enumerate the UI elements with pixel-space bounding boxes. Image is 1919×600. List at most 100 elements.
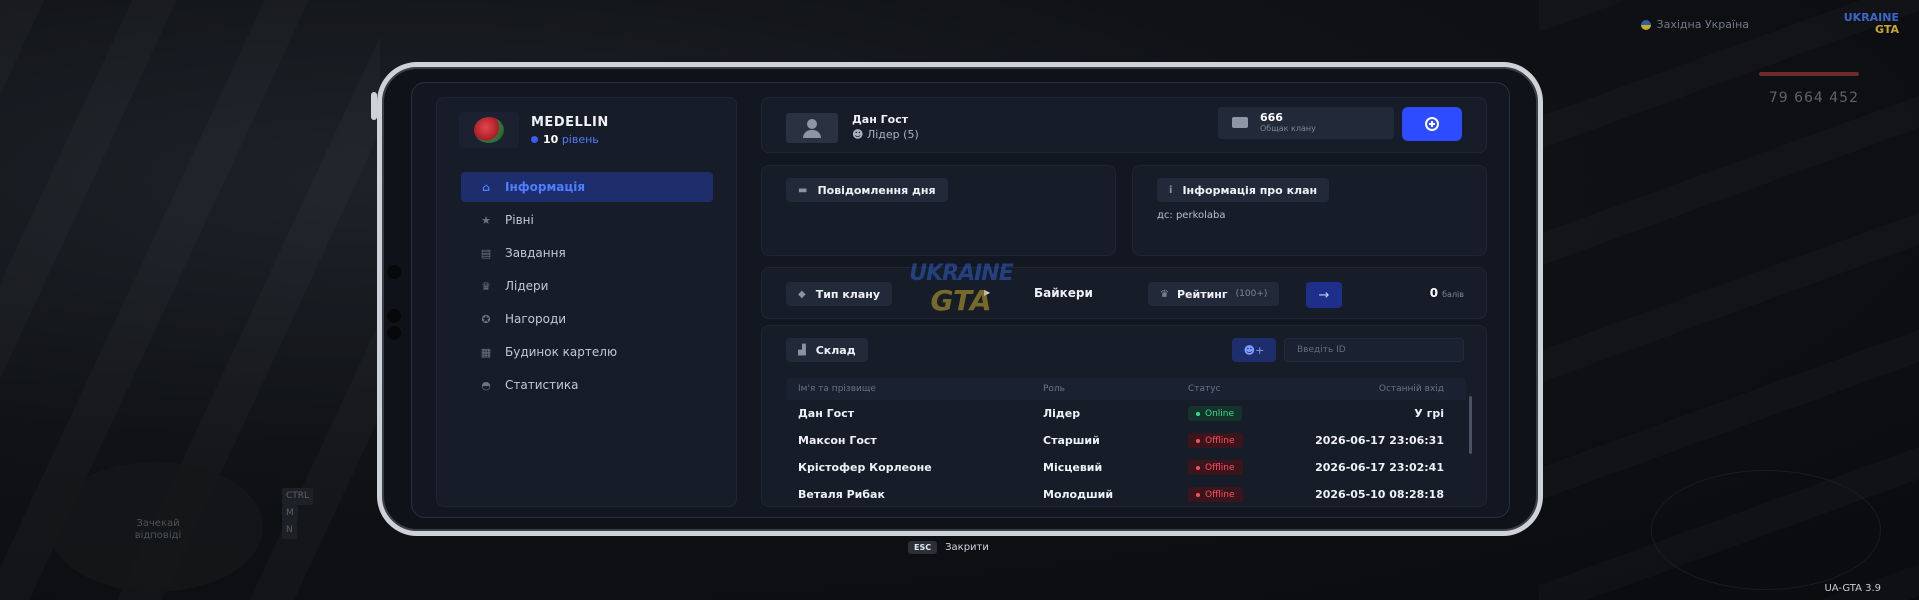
- rating-score: 0 балів: [1430, 286, 1464, 300]
- clan-type-title-text: Тип клану: [815, 287, 881, 301]
- bank-amount: 666: [1260, 111, 1283, 124]
- member-last-login: 2026-06-17 23:02:41: [1315, 461, 1444, 474]
- motd-title: ▬ Повідомлення дня: [786, 178, 948, 202]
- members-table: Ім'я та прізвище Роль Статус Останній вх…: [786, 378, 1466, 508]
- sidebar-item-levels[interactable]: ★ Рівні: [461, 205, 713, 235]
- crown-icon: ♛: [1160, 288, 1169, 300]
- table-scrollbar[interactable]: [1469, 396, 1472, 454]
- member-status: Online: [1188, 406, 1308, 422]
- score-label: балів: [1442, 290, 1464, 299]
- status-text: Offline: [1205, 462, 1235, 473]
- sidebar-item-statistics[interactable]: ◓ Статистика: [461, 370, 713, 400]
- plus-circle-icon: [1425, 117, 1439, 131]
- warehouse-icon: ▟: [798, 344, 806, 356]
- crown-icon: ♛: [481, 279, 491, 293]
- status-text: Offline: [1205, 435, 1235, 446]
- arrow-right-icon: ▶: [984, 288, 991, 297]
- member-status: Offline: [1188, 487, 1308, 503]
- star-icon: ★: [481, 213, 491, 227]
- sidebar-item-label: Будинок картелю: [505, 345, 618, 359]
- add-member-button[interactable]: ☻+: [1232, 338, 1276, 362]
- col-role: Роль: [1043, 384, 1065, 394]
- user-plus-icon: ☻+: [1243, 343, 1265, 357]
- level-dot-icon: [531, 135, 538, 143]
- table-row[interactable]: Дан Гост Лідер Online У грі: [786, 400, 1466, 427]
- motd-title-text: Повідомлення дня: [817, 183, 936, 197]
- sidebar-item-info[interactable]: ⌂ Інформація: [461, 172, 713, 202]
- camera-icon: [387, 309, 401, 323]
- key-label: CTRL: [282, 488, 314, 505]
- sidebar-item-cartel-house[interactable]: ▦ Будинок картелю: [461, 337, 713, 367]
- sidebar-item-label: Нагороди: [505, 312, 567, 326]
- clan-logo: [459, 112, 519, 148]
- logo-line2: GTA: [1875, 23, 1899, 36]
- member-last-login: У грі: [1414, 407, 1444, 420]
- camera-icon: [387, 265, 401, 279]
- member-id-input[interactable]: [1284, 338, 1464, 362]
- status-text: Online: [1205, 408, 1235, 419]
- leader-role: ☻ Лідер (5): [852, 128, 919, 141]
- clan-info-title-text: Інформація про клан: [1182, 183, 1318, 197]
- clan-name: MEDELLIN: [531, 114, 609, 130]
- sidebar-item-awards[interactable]: ✪ Нагороди: [461, 304, 713, 334]
- sidebar-item-leaders[interactable]: ♛ Лідери: [461, 271, 713, 301]
- table-row[interactable]: Крістофер Корлеоне Місцевий Offline 2026…: [786, 454, 1466, 481]
- clan-type-card: ◆ Тип клану ▶ Байкери ♛ Рейтинг (100+) → 0б…: [761, 267, 1487, 319]
- sidebar-item-label: Інформація: [505, 180, 586, 194]
- level-label: рівень: [561, 132, 599, 146]
- member-role: Лідер: [1043, 407, 1081, 420]
- status-badge: Offline: [1188, 487, 1243, 503]
- level-number: 10: [543, 132, 559, 146]
- col-last-login: Останній вхід: [1378, 384, 1444, 394]
- leader-card: Дан Гост ☻ Лідер (5) 666 Общак клану: [761, 97, 1487, 153]
- avatar: [786, 113, 838, 143]
- minimap-text: Зачекай відповіді: [134, 518, 182, 541]
- status-badge: Offline: [1188, 433, 1243, 449]
- member-name: Веталя Рибак: [798, 488, 885, 501]
- member-status: Offline: [1188, 433, 1308, 449]
- house-icon: ▦: [480, 345, 492, 359]
- esc-key: ESC: [908, 541, 938, 554]
- stats-icon: ◓: [481, 378, 491, 392]
- bank-label: Общак клану: [1260, 124, 1316, 133]
- leader-role-text: Лідер (5): [866, 128, 919, 141]
- motd-card: ▬ Повідомлення дня: [761, 165, 1116, 256]
- hud-keybinds: CTRL M N: [282, 488, 319, 539]
- sidebar-item-tasks[interactable]: ▤ Завдання: [461, 238, 713, 268]
- status-text: Offline: [1205, 489, 1235, 500]
- clan-info-card: i Інформація про клан дс: perkolaba: [1132, 165, 1487, 256]
- clan-header: MEDELLIN 10 рівень: [459, 112, 609, 148]
- server-name: Західна Україна: [1656, 18, 1749, 31]
- rating-open-button[interactable]: →: [1306, 282, 1342, 308]
- table-row[interactable]: Веталя Рибак Молодший Offline 2026-05-10…: [786, 481, 1466, 508]
- keybind-row: N: [282, 522, 319, 539]
- warehouse-title-text: Склад: [815, 343, 856, 357]
- deposit-button[interactable]: [1402, 107, 1462, 141]
- clan-info-text: дс: perkolaba: [1157, 210, 1226, 221]
- sidebar-item-label: Завдання: [505, 246, 566, 260]
- warehouse-title[interactable]: ▟ Склад: [786, 338, 868, 362]
- clan-bank: 666 Общак клану: [1218, 107, 1394, 139]
- status-badge: Offline: [1188, 460, 1243, 476]
- clan-info-title: i Інформація про клан: [1157, 178, 1330, 202]
- member-last-login: 2026-05-10 08:28:18: [1315, 488, 1444, 501]
- clan-level: 10 рівень: [531, 133, 609, 146]
- table-row[interactable]: Максон Гост Старший Offline 2026-06-17 2…: [786, 427, 1466, 454]
- sidebar-item-label: Рівні: [505, 213, 534, 227]
- member-name: Крістофер Корлеоне: [798, 461, 932, 474]
- key-label: N: [282, 522, 297, 539]
- camera-icon: [387, 326, 401, 340]
- sidebar-nav: ⌂ Інформація ★ Рівні ▤ Завдання ♛ Лідери ✪ На…: [461, 172, 713, 403]
- member-status: Offline: [1188, 460, 1308, 476]
- flag-icon: [1640, 19, 1651, 30]
- member-role: Молодший: [1043, 488, 1114, 501]
- home-icon: ⌂: [482, 180, 490, 194]
- speedometer: [1651, 470, 1881, 590]
- col-name: Ім'я та прізвище: [798, 384, 876, 394]
- close-hint[interactable]: ESC Закрити: [908, 541, 989, 554]
- member-name: Дан Гост: [798, 407, 855, 420]
- warehouse-card: ▟ Склад ☻+ Ім'я та прізвище Роль Статус О…: [761, 325, 1487, 507]
- member-role: Місцевий: [1043, 461, 1103, 474]
- close-label: Закрити: [945, 542, 989, 553]
- wallet-icon: [1232, 117, 1248, 128]
